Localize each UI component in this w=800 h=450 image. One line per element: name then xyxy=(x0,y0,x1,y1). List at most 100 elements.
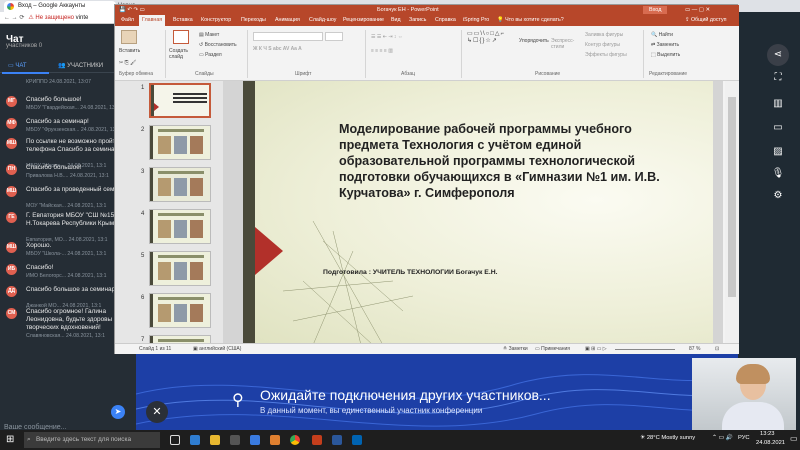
slide-title[interactable]: Моделирование рабочей программы учебного… xyxy=(339,121,679,201)
mail-icon[interactable] xyxy=(250,435,260,445)
slide-thumbnails-pane[interactable]: 1234567 xyxy=(115,81,223,343)
store-icon[interactable] xyxy=(230,435,240,445)
shape-outline-button[interactable]: Контур фигуры xyxy=(585,42,620,48)
tab-record[interactable]: Запись xyxy=(409,15,426,26)
notifications-icon[interactable]: ▭ xyxy=(790,434,798,443)
quick-styles-button[interactable]: Экспресс-стили xyxy=(551,38,575,50)
word-icon[interactable] xyxy=(332,435,342,445)
ppt-window-controls[interactable]: ▭ — ▢ ✕ xyxy=(685,5,710,15)
banner-title: Ожидайте подключения других участников..… xyxy=(260,387,551,403)
zoom-slider[interactable] xyxy=(615,349,675,350)
camera-off-icon[interactable]: ▨ xyxy=(766,146,790,157)
app-icon[interactable] xyxy=(270,435,280,445)
tab-view[interactable]: Вид xyxy=(391,15,401,26)
slide-scrollbar[interactable] xyxy=(725,81,739,343)
tab-participants[interactable]: 👥 УЧАСТНИКИ xyxy=(58,59,103,73)
slide-thumbnail[interactable] xyxy=(149,209,211,244)
current-slide[interactable]: Моделирование рабочей программы учебного… xyxy=(243,81,713,345)
reset-button[interactable]: ↺ Восстановить xyxy=(199,42,237,48)
chrome-icon[interactable] xyxy=(290,435,300,445)
tab-animation[interactable]: Анимация xyxy=(275,15,300,26)
slide-thumbnail[interactable] xyxy=(149,83,211,118)
slide-thumbnail[interactable] xyxy=(149,293,211,328)
participants-search-icon: ⚲ xyxy=(232,392,244,409)
find-button[interactable]: 🔍 Найти xyxy=(651,32,673,38)
layout-button[interactable]: ▤ Макет xyxy=(199,32,219,38)
thumbnail-number: 6 xyxy=(141,295,145,301)
shape-fill-button[interactable]: Заливка фигуры xyxy=(585,32,623,38)
self-video-preview[interactable] xyxy=(692,358,796,430)
font-format-buttons[interactable]: Ж К Ч S abc AV Aa A xyxy=(253,46,302,52)
tab-design[interactable]: Конструктор xyxy=(201,15,231,26)
tab-transitions[interactable]: Переходы xyxy=(241,15,266,26)
new-slide-icon[interactable] xyxy=(173,30,189,44)
clock-time[interactable]: 13:23 xyxy=(760,431,775,437)
replace-button[interactable]: ⇄ Заменить xyxy=(651,42,679,48)
task-view-icon[interactable] xyxy=(170,435,180,445)
arrange-button[interactable]: Упорядочить xyxy=(519,38,549,44)
slide-thumbnail[interactable] xyxy=(149,167,211,202)
group-slides: Слайды xyxy=(195,71,214,77)
ppt-quick-access[interactable]: 💾 ↶ ↷ ▭ xyxy=(119,5,145,15)
section-button[interactable]: ▭ Раздел xyxy=(199,52,222,58)
divider xyxy=(643,30,644,78)
align-buttons[interactable]: ≡ ≡ ≡ ≡ ▥ xyxy=(371,48,393,54)
tab-insert[interactable]: Вставка xyxy=(173,15,193,26)
people-icon: 👥 xyxy=(58,63,66,69)
new-slide-button[interactable]: Создать слайд xyxy=(169,48,193,60)
slide-thumbnail[interactable] xyxy=(149,125,211,160)
layout-icon[interactable]: ▥ xyxy=(766,98,790,109)
screen-share-icon[interactable]: ▭ xyxy=(766,122,790,133)
share-button[interactable]: ⇪ Общий доступ xyxy=(685,15,727,26)
tab-chat[interactable]: ▭ ЧАТ xyxy=(2,59,48,74)
edge-icon[interactable] xyxy=(190,435,200,445)
chat-message-meta: МБОУ "Фрунзенская... 24.08.2021, 13:0 xyxy=(26,127,120,133)
tab-ispring[interactable]: iSpring Pro xyxy=(463,15,489,26)
tab-file[interactable]: Файл xyxy=(121,15,134,26)
tab-help[interactable]: Справка xyxy=(435,15,456,26)
paragraph-buttons[interactable]: ☰ ☰ ⇤ ⇥ ↕ ⇔ xyxy=(371,34,403,40)
select-button[interactable]: ⬚ Выделить xyxy=(651,52,680,58)
font-size-select[interactable] xyxy=(325,32,343,41)
app2-icon[interactable] xyxy=(352,435,362,445)
share-icon[interactable]: ⋖ xyxy=(767,44,789,66)
font-name-select[interactable] xyxy=(253,32,323,41)
fullscreen-icon[interactable]: ⛶ xyxy=(766,72,790,83)
tab-home[interactable]: Главная xyxy=(139,15,166,26)
tab-slideshow[interactable]: Слайд-шоу xyxy=(309,15,336,26)
send-button[interactable]: ➤ xyxy=(111,405,125,419)
slide-thumbnail[interactable] xyxy=(149,251,211,286)
slide-thumbnail[interactable] xyxy=(149,335,211,343)
slide-subtitle[interactable]: Подготовила : УЧИТЕЛЬ ТЕХНОЛОГИИ Богачук… xyxy=(323,269,498,276)
avatar: ГЕ xyxy=(6,212,17,223)
windows-start-icon[interactable]: ⊞ xyxy=(6,434,14,445)
clipboard-extra[interactable]: ✂ ⎘ 🖌 xyxy=(119,60,136,66)
shapes-gallery[interactable]: ▭▭\\○□△⌐ ↳☐{}☆↗ xyxy=(467,31,505,45)
paste-button[interactable]: Вставить xyxy=(119,48,140,54)
thumbnail-number: 2 xyxy=(141,127,145,133)
tell-me-box[interactable]: 💡 Что вы хотите сделать? xyxy=(497,15,564,26)
close-icon[interactable]: ✕ xyxy=(146,401,168,423)
avatar: ДД xyxy=(6,286,17,297)
language-indicator[interactable]: РУС xyxy=(738,435,750,441)
file-explorer-icon[interactable] xyxy=(210,435,220,445)
scrollbar-thumb[interactable] xyxy=(728,97,736,297)
weather-widget[interactable]: ☀ 28°C Mostly sunny xyxy=(640,435,695,441)
avatar: МГ xyxy=(6,96,17,107)
paste-icon[interactable] xyxy=(121,30,137,44)
security-warning[interactable]: ⚠ Не защищено xyxy=(28,15,74,21)
browser-tab-google[interactable]: Вход – Google Аккаунты xyxy=(4,1,116,12)
clock-date[interactable]: 24.08.2021 xyxy=(756,440,785,446)
taskbar-search-box[interactable]: ⌕ Введите здесь текст для поиска xyxy=(24,432,160,448)
tab-review[interactable]: Рецензирование xyxy=(343,15,384,26)
tray-icons[interactable]: ⌃ ▭ 🔊 xyxy=(712,435,733,441)
ppt-login-button[interactable]: Вход xyxy=(643,6,668,14)
settings-icon[interactable]: ⚙ xyxy=(766,190,790,201)
powerpoint-icon[interactable] xyxy=(312,435,322,445)
shape-effects-button[interactable]: Эффекты фигуры xyxy=(585,52,627,58)
thumbnail-number: 5 xyxy=(141,253,145,259)
share-icon: ⇪ xyxy=(685,17,690,23)
ppt-title-bar: 💾 ↶ ↷ ▭ Богачук ЕН - PowerPoint Вход ▭ —… xyxy=(115,5,739,15)
nav-buttons[interactable]: ← → ⟳ xyxy=(0,15,24,21)
microphone-off-icon[interactable]: 🎙 xyxy=(766,168,790,179)
